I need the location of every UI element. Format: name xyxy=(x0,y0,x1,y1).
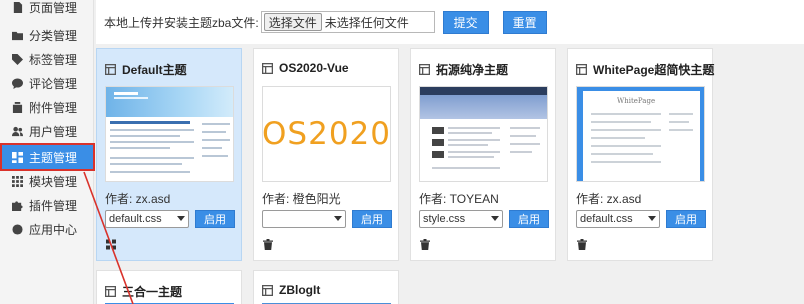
sidebar-item-label: 分类管理 xyxy=(29,28,78,43)
grid-icon xyxy=(12,175,23,187)
theme-card-toyean[interactable]: 拓源纯净主题 作者: TOYEAN style.css 启用 xyxy=(410,48,556,261)
sidebar-item-label: 标签管理 xyxy=(29,52,78,67)
theme-card-zblogit[interactable]: ZBlogIt xyxy=(253,270,399,304)
theme-card-icon xyxy=(419,64,430,75)
theme-title: ZBlogIt xyxy=(262,283,320,297)
app-center-icon xyxy=(12,223,23,235)
sidebar-item-label: 插件管理 xyxy=(29,198,78,213)
theme-thumbnail: OS2020 xyxy=(262,86,391,182)
comment-icon xyxy=(12,77,23,89)
theme-card-os2020[interactable]: OS2020-Vue OS2020 作者: 橙色阳光 启用 xyxy=(253,48,399,261)
reset-button[interactable]: 重置 xyxy=(502,10,547,34)
sidebar-item-comments[interactable]: 评论管理 xyxy=(0,71,94,95)
theme-thumbnail: WhitePage xyxy=(576,86,705,182)
theme-card-whitepage[interactable]: WhitePage超简快主题 WhitePage 作者: zx.asd defa… xyxy=(567,48,714,261)
chevron-down-icon xyxy=(177,216,185,221)
chevron-down-icon xyxy=(334,216,342,221)
theme-thumbnail xyxy=(105,86,234,182)
sidebar-item-label: 附件管理 xyxy=(29,100,78,115)
theme-title: 拓源纯净主题 xyxy=(419,61,508,78)
theme-upload-bar: 本地上传并安装主题zba文件: 选择文件 未选择任何文件 提交 重置 xyxy=(96,0,804,44)
theme-card-icon xyxy=(262,284,273,296)
apply-button[interactable]: 启用 xyxy=(195,210,235,228)
grid-icon[interactable] xyxy=(106,239,116,250)
theme-title: OS2020-Vue xyxy=(262,61,349,75)
chevron-down-icon xyxy=(491,216,499,221)
style-select[interactable]: default.css xyxy=(105,210,189,228)
sidebar-item-modules[interactable]: 模块管理 xyxy=(0,169,94,193)
theme-card-icon xyxy=(576,64,587,75)
style-select[interactable] xyxy=(262,210,346,228)
tag-icon xyxy=(12,53,23,65)
users-icon xyxy=(12,126,23,137)
sidebar-item-pages[interactable]: 页面管理 xyxy=(0,0,94,19)
submit-button[interactable]: 提交 xyxy=(442,10,489,34)
sidebar-item-label: 页面管理 xyxy=(29,0,78,15)
folder-icon xyxy=(12,30,23,41)
file-status: 未选择任何文件 xyxy=(324,15,409,30)
theme-author: 作者: 橙色阳光 xyxy=(262,192,341,206)
theme-title: Default主题 xyxy=(105,61,187,78)
theme-thumbnail xyxy=(419,86,548,182)
theme-card-sanheyi[interactable]: 三合一主题 xyxy=(96,270,242,304)
apply-button[interactable]: 启用 xyxy=(509,210,549,228)
sidebar: 页面管理 分类管理 标签管理 评论管理 附件管理 用户管理 主题管理 模块管理 … xyxy=(0,0,95,304)
theme-title: 三合一主题 xyxy=(105,283,182,300)
sidebar-item-attachments[interactable]: 附件管理 xyxy=(0,95,94,119)
sidebar-item-label: 评论管理 xyxy=(29,76,78,91)
theme-author: 作者: TOYEAN xyxy=(419,192,499,206)
sidebar-item-categories[interactable]: 分类管理 xyxy=(0,23,94,47)
file-icon xyxy=(12,1,23,13)
highlight-box xyxy=(0,143,95,171)
theme-title: WhitePage超简快主题 xyxy=(576,61,714,78)
theme-author: 作者: zx.asd xyxy=(576,192,642,206)
thumbnail-text: WhitePage xyxy=(617,97,656,105)
theme-card-default[interactable]: Default主题 作者: zx.asd default.css 启用 xyxy=(96,48,242,261)
sidebar-item-app-center[interactable]: 应用中心 xyxy=(0,217,94,241)
theme-card-icon xyxy=(105,286,116,297)
file-input[interactable]: 选择文件 未选择任何文件 xyxy=(260,11,435,33)
theme-card-icon xyxy=(105,64,116,75)
theme-author: 作者: zx.asd xyxy=(105,192,171,206)
theme-card-icon xyxy=(262,62,273,74)
sidebar-item-tags[interactable]: 标签管理 xyxy=(0,47,94,71)
style-select[interactable]: style.css xyxy=(419,210,503,228)
sidebar-item-plugins[interactable]: 插件管理 xyxy=(0,193,94,217)
trash-icon[interactable] xyxy=(263,239,273,250)
attachment-icon xyxy=(12,101,23,113)
upload-label: 本地上传并安装主题zba文件: xyxy=(104,15,259,30)
sidebar-item-users[interactable]: 用户管理 xyxy=(0,119,94,143)
puzzle-icon xyxy=(12,200,23,211)
chevron-down-icon xyxy=(648,216,656,221)
choose-file-button[interactable]: 选择文件 xyxy=(263,13,322,31)
thumbnail-text: OS2020 xyxy=(262,116,391,152)
apply-button[interactable]: 启用 xyxy=(352,210,392,228)
trash-icon[interactable] xyxy=(420,239,430,250)
style-select[interactable]: default.css xyxy=(576,210,660,228)
trash-icon[interactable] xyxy=(577,239,587,250)
sidebar-item-label: 用户管理 xyxy=(29,124,78,139)
sidebar-item-label: 模块管理 xyxy=(29,174,78,189)
apply-button[interactable]: 启用 xyxy=(666,210,706,228)
sidebar-item-label: 应用中心 xyxy=(29,222,78,237)
